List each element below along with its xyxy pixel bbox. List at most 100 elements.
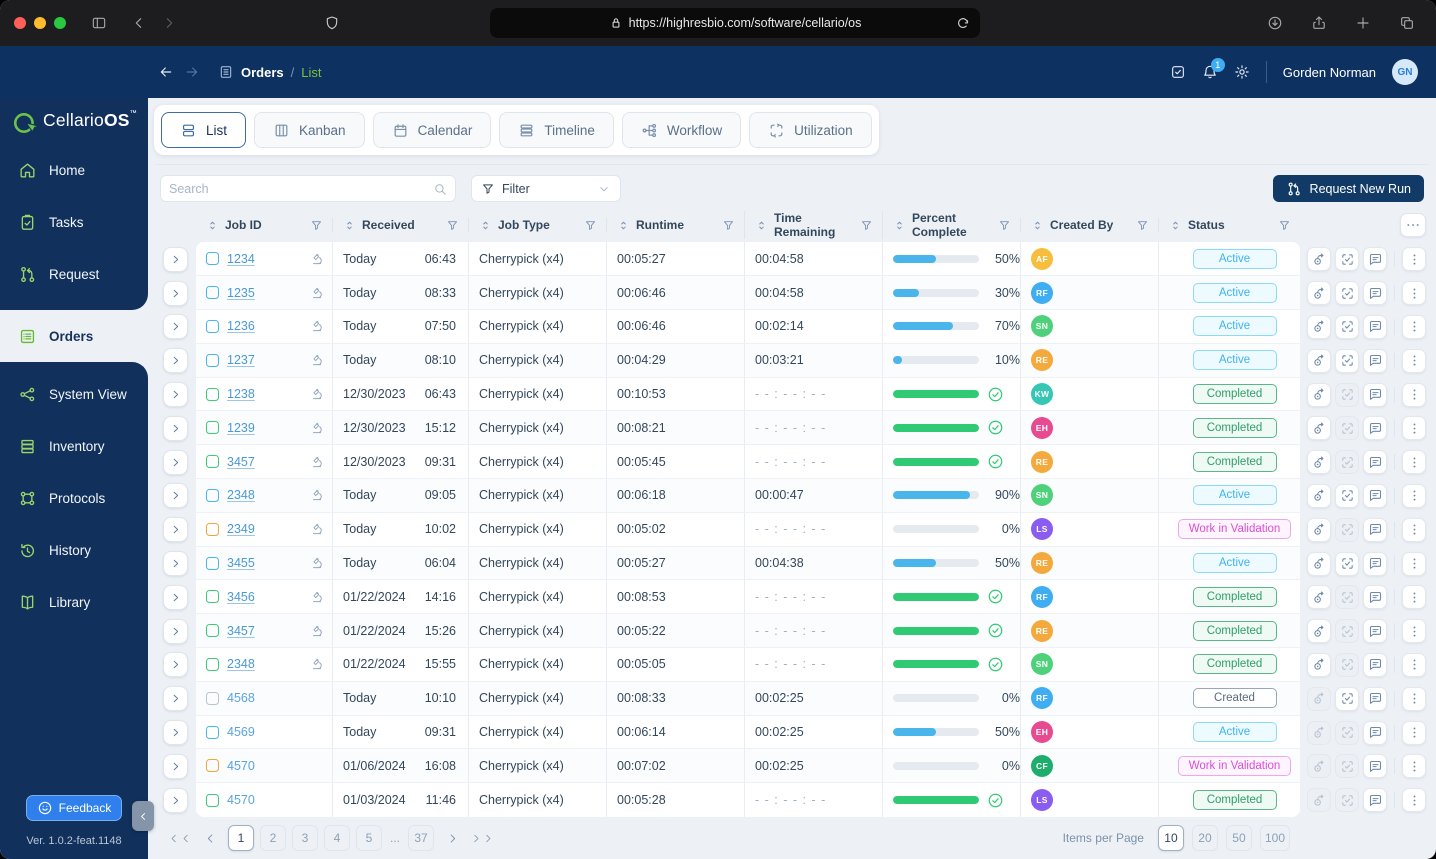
row-menu-button[interactable] xyxy=(1402,652,1426,677)
validate-button[interactable] xyxy=(1335,348,1359,373)
more-columns-button[interactable] xyxy=(1400,213,1426,238)
comments-button[interactable] xyxy=(1363,686,1387,711)
validate-button[interactable] xyxy=(1335,686,1359,711)
validate-button[interactable] xyxy=(1335,314,1359,339)
sidebar-toggle-icon[interactable] xyxy=(84,8,114,38)
row-expand-button[interactable] xyxy=(162,483,188,509)
page-button-1[interactable]: 1 xyxy=(228,825,254,851)
row-checkbox[interactable] xyxy=(206,793,219,807)
row-checkbox[interactable] xyxy=(206,421,219,435)
notifications-button[interactable]: 1 xyxy=(1202,58,1225,80)
row-checkbox[interactable] xyxy=(206,319,219,333)
sort-icon[interactable] xyxy=(343,219,356,232)
validate-button[interactable] xyxy=(1335,247,1359,272)
filter-dropdown[interactable]: Filter xyxy=(471,175,621,202)
creator-avatar[interactable]: RF xyxy=(1031,585,1053,608)
browser-back-button[interactable] xyxy=(124,8,154,38)
settings-button[interactable] xyxy=(1234,64,1250,80)
row-expand-button[interactable] xyxy=(162,314,188,340)
comments-button[interactable] xyxy=(1363,416,1387,441)
row-menu-button[interactable] xyxy=(1402,416,1426,441)
job-id-link[interactable]: 2349 xyxy=(227,522,255,536)
row-menu-button[interactable] xyxy=(1402,720,1426,745)
schedule-button[interactable] xyxy=(1307,247,1331,272)
traffic-lights[interactable] xyxy=(14,17,66,29)
creator-avatar[interactable]: RF xyxy=(1031,281,1053,304)
column-filter-icon[interactable] xyxy=(584,219,597,232)
privacy-shield-icon[interactable] xyxy=(324,15,340,31)
row-menu-button[interactable] xyxy=(1402,348,1426,373)
first-page-button[interactable] xyxy=(168,826,192,850)
creator-avatar[interactable]: LS xyxy=(1031,518,1053,541)
job-id-link[interactable]: 1237 xyxy=(227,353,255,367)
creator-avatar[interactable]: SN xyxy=(1031,484,1053,507)
row-menu-button[interactable] xyxy=(1402,585,1426,610)
job-id-link[interactable]: 1234 xyxy=(227,252,255,266)
validate-button[interactable] xyxy=(1335,483,1359,508)
approvals-icon[interactable] xyxy=(1170,64,1186,80)
comments-button[interactable] xyxy=(1363,281,1387,306)
row-expand-button[interactable] xyxy=(162,449,188,475)
row-checkbox[interactable] xyxy=(206,725,219,739)
row-checkbox[interactable] xyxy=(206,624,219,638)
row-checkbox[interactable] xyxy=(206,691,219,705)
job-id-link[interactable]: 1235 xyxy=(227,286,255,300)
page-size-10[interactable]: 10 xyxy=(1157,825,1184,851)
tab-workflow[interactable]: Workflow xyxy=(621,112,742,148)
row-expand-button[interactable] xyxy=(162,720,188,745)
creator-avatar[interactable]: EH xyxy=(1031,721,1053,743)
comments-button[interactable] xyxy=(1363,585,1387,610)
row-checkbox[interactable] xyxy=(206,590,219,604)
row-expand-button[interactable] xyxy=(162,415,188,441)
row-checkbox[interactable] xyxy=(206,455,219,469)
sidebar-item-orders[interactable]: Orders xyxy=(0,310,148,362)
creator-avatar[interactable]: RE xyxy=(1031,349,1053,372)
row-expand-button[interactable] xyxy=(162,280,188,306)
row-expand-button[interactable] xyxy=(162,686,188,712)
page-button-5[interactable]: 5 xyxy=(356,825,382,851)
comments-button[interactable] xyxy=(1363,754,1387,779)
row-expand-button[interactable] xyxy=(162,517,188,543)
schedule-button[interactable] xyxy=(1307,416,1331,441)
job-id-link[interactable]: 4568 xyxy=(227,691,255,705)
comments-button[interactable] xyxy=(1363,619,1387,644)
sort-icon[interactable] xyxy=(893,219,906,232)
sidebar-item-history[interactable]: History xyxy=(0,524,148,576)
comments-button[interactable] xyxy=(1363,720,1387,745)
creator-avatar[interactable]: SN xyxy=(1031,653,1053,676)
creator-avatar[interactable]: EH xyxy=(1031,416,1053,439)
schedule-button[interactable] xyxy=(1307,585,1331,610)
sidebar-item-system-view[interactable]: System View xyxy=(0,368,148,420)
row-menu-button[interactable] xyxy=(1402,517,1426,542)
job-id-link[interactable]: 1238 xyxy=(227,387,255,401)
schedule-button[interactable] xyxy=(1307,348,1331,373)
sidebar-item-library[interactable]: Library xyxy=(0,576,148,628)
sort-icon[interactable] xyxy=(479,219,492,232)
sort-icon[interactable] xyxy=(206,219,219,232)
tab-overview-icon[interactable] xyxy=(1392,8,1422,38)
share-icon[interactable] xyxy=(1304,8,1334,38)
row-menu-button[interactable] xyxy=(1402,247,1426,272)
row-menu-button[interactable] xyxy=(1402,314,1426,339)
sidebar-item-protocols[interactable]: Protocols xyxy=(0,472,148,524)
sidebar-collapse-button[interactable] xyxy=(132,801,154,831)
sort-icon[interactable] xyxy=(755,219,768,232)
row-checkbox[interactable] xyxy=(206,759,219,773)
comments-button[interactable] xyxy=(1363,314,1387,339)
tab-kanban[interactable]: Kanban xyxy=(254,112,365,148)
request-new-run-button[interactable]: Request New Run xyxy=(1272,175,1424,202)
row-checkbox[interactable] xyxy=(206,488,219,502)
row-menu-button[interactable] xyxy=(1402,788,1426,813)
job-id-link[interactable]: 1239 xyxy=(227,421,255,435)
close-window-button[interactable] xyxy=(14,17,26,29)
zoom-window-button[interactable] xyxy=(54,17,66,29)
app-back-button[interactable] xyxy=(158,64,174,80)
job-id-link[interactable]: 4570 xyxy=(227,759,255,773)
job-id-link[interactable]: 3455 xyxy=(227,556,255,570)
previous-page-button[interactable] xyxy=(198,826,222,850)
sort-icon[interactable] xyxy=(1031,219,1044,232)
comments-button[interactable] xyxy=(1363,652,1387,677)
job-id-link[interactable]: 3457 xyxy=(227,624,255,638)
column-filter-icon[interactable] xyxy=(310,219,323,232)
comments-button[interactable] xyxy=(1363,551,1387,576)
